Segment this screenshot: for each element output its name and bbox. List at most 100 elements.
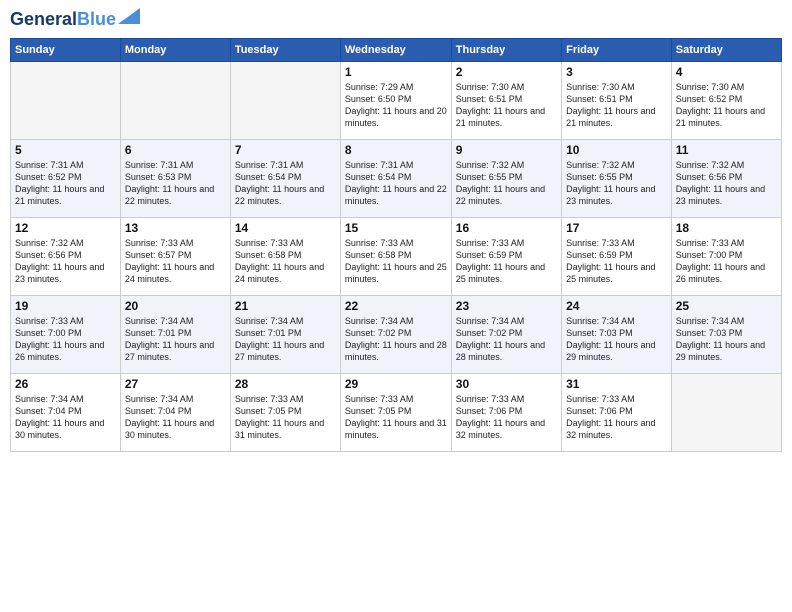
day-number: 31: [566, 377, 667, 391]
day-number: 8: [345, 143, 447, 157]
header: GeneralBlue: [10, 10, 782, 30]
calendar-cell: 22Sunrise: 7:34 AMSunset: 7:02 PMDayligh…: [340, 295, 451, 373]
day-number: 14: [235, 221, 336, 235]
weekday-thursday: Thursday: [451, 38, 561, 61]
calendar-cell: 6 Sunrise: 7:31 AMSunset: 6:53 PMDaylight…: [120, 139, 230, 217]
day-info: Sunrise: 7:34 AMSunset: 7:03 PMDaylight:…: [676, 315, 777, 364]
day-info: Sunrise: 7:31 AMSunset: 6:53 PMDaylight:…: [125, 159, 226, 208]
day-number: 30: [456, 377, 557, 391]
day-number: 23: [456, 299, 557, 313]
calendar-cell: 20 Sunrise: 7:34 AMSunset: 7:01 PMDayligh…: [120, 295, 230, 373]
calendar-cell: 26 Sunrise: 7:34 AMSunset: 7:04 PMDayligh…: [11, 373, 121, 451]
weekday-friday: Friday: [562, 38, 672, 61]
day-number: 3: [566, 65, 667, 79]
calendar-cell: 21Sunrise: 7:34 AMSunset: 7:01 PMDayligh…: [230, 295, 340, 373]
week-row-1: 1Sunrise: 7:29 AMSunset: 6:50 PMDaylight…: [11, 61, 782, 139]
logo-icon: [118, 8, 140, 24]
day-number: 4: [676, 65, 777, 79]
day-info: Sunrise: 7:33 AMSunset: 7:00 PMDaylight:…: [676, 237, 777, 286]
calendar-cell: 12Sunrise: 7:32 AMSunset: 6:56 PMDayligh…: [11, 217, 121, 295]
day-number: 7: [235, 143, 336, 157]
calendar-cell: 30 Sunrise: 7:33 AMSunset: 7:06 PMDayligh…: [451, 373, 561, 451]
calendar-cell: 28 Sunrise: 7:33 AMSunset: 7:05 PMDayligh…: [230, 373, 340, 451]
page: GeneralBlue SundayMondayTuesdayWednesday…: [0, 0, 792, 612]
day-number: 18: [676, 221, 777, 235]
calendar-cell: [230, 61, 340, 139]
calendar-cell: 29 Sunrise: 7:33 AMSunset: 7:05 PMDayligh…: [340, 373, 451, 451]
day-number: 9: [456, 143, 557, 157]
logo: GeneralBlue: [10, 10, 140, 30]
day-info: Sunrise: 7:33 AMSunset: 6:58 PMDaylight:…: [235, 237, 336, 286]
calendar-cell: 31Sunrise: 7:33 AMSunset: 7:06 PMDayligh…: [562, 373, 672, 451]
calendar-cell: [671, 373, 781, 451]
calendar-cell: 3 Sunrise: 7:30 AMSunset: 6:51 PMDaylight…: [562, 61, 672, 139]
day-number: 20: [125, 299, 226, 313]
calendar-cell: 8Sunrise: 7:31 AMSunset: 6:54 PMDaylight…: [340, 139, 451, 217]
day-info: Sunrise: 7:34 AMSunset: 7:04 PMDaylight:…: [15, 393, 116, 442]
calendar-cell: [120, 61, 230, 139]
calendar-cell: 5 Sunrise: 7:31 AMSunset: 6:52 PMDaylight…: [11, 139, 121, 217]
week-row-4: 19 Sunrise: 7:33 AMSunset: 7:00 PMDayligh…: [11, 295, 782, 373]
weekday-saturday: Saturday: [671, 38, 781, 61]
calendar-cell: [11, 61, 121, 139]
calendar-cell: 7 Sunrise: 7:31 AMSunset: 6:54 PMDaylight…: [230, 139, 340, 217]
day-info: Sunrise: 7:33 AMSunset: 7:06 PMDaylight:…: [456, 393, 557, 442]
day-number: 2: [456, 65, 557, 79]
day-info: Sunrise: 7:33 AMSunset: 6:58 PMDaylight:…: [345, 237, 447, 286]
calendar-cell: 13 Sunrise: 7:33 AMSunset: 6:57 PMDayligh…: [120, 217, 230, 295]
calendar-cell: 4Sunrise: 7:30 AMSunset: 6:52 PMDaylight…: [671, 61, 781, 139]
calendar-cell: 17Sunrise: 7:33 AMSunset: 6:59 PMDayligh…: [562, 217, 672, 295]
week-row-2: 5 Sunrise: 7:31 AMSunset: 6:52 PMDaylight…: [11, 139, 782, 217]
day-info: Sunrise: 7:32 AMSunset: 6:55 PMDaylight:…: [456, 159, 557, 208]
day-info: Sunrise: 7:34 AMSunset: 7:04 PMDaylight:…: [125, 393, 226, 442]
day-number: 5: [15, 143, 116, 157]
calendar-cell: 1Sunrise: 7:29 AMSunset: 6:50 PMDaylight…: [340, 61, 451, 139]
day-info: Sunrise: 7:33 AMSunset: 7:05 PMDaylight:…: [235, 393, 336, 442]
day-info: Sunrise: 7:33 AMSunset: 7:05 PMDaylight:…: [345, 393, 447, 442]
weekday-monday: Monday: [120, 38, 230, 61]
day-number: 28: [235, 377, 336, 391]
calendar-cell: 14 Sunrise: 7:33 AMSunset: 6:58 PMDayligh…: [230, 217, 340, 295]
calendar-cell: 25 Sunrise: 7:34 AMSunset: 7:03 PMDayligh…: [671, 295, 781, 373]
calendar-cell: 23Sunrise: 7:34 AMSunset: 7:02 PMDayligh…: [451, 295, 561, 373]
day-number: 11: [676, 143, 777, 157]
logo-text: GeneralBlue: [10, 10, 116, 30]
day-number: 17: [566, 221, 667, 235]
day-info: Sunrise: 7:32 AMSunset: 6:56 PMDaylight:…: [676, 159, 777, 208]
calendar-cell: 15Sunrise: 7:33 AMSunset: 6:58 PMDayligh…: [340, 217, 451, 295]
day-info: Sunrise: 7:34 AMSunset: 7:03 PMDaylight:…: [566, 315, 667, 364]
day-number: 27: [125, 377, 226, 391]
calendar: SundayMondayTuesdayWednesdayThursdayFrid…: [10, 38, 782, 452]
day-number: 10: [566, 143, 667, 157]
week-row-3: 12Sunrise: 7:32 AMSunset: 6:56 PMDayligh…: [11, 217, 782, 295]
calendar-cell: 10Sunrise: 7:32 AMSunset: 6:55 PMDayligh…: [562, 139, 672, 217]
day-number: 6: [125, 143, 226, 157]
calendar-cell: 19 Sunrise: 7:33 AMSunset: 7:00 PMDayligh…: [11, 295, 121, 373]
day-number: 19: [15, 299, 116, 313]
day-info: Sunrise: 7:33 AMSunset: 6:59 PMDaylight:…: [456, 237, 557, 286]
weekday-wednesday: Wednesday: [340, 38, 451, 61]
day-number: 12: [15, 221, 116, 235]
day-number: 24: [566, 299, 667, 313]
day-info: Sunrise: 7:30 AMSunset: 6:51 PMDaylight:…: [566, 81, 667, 130]
day-info: Sunrise: 7:34 AMSunset: 7:01 PMDaylight:…: [125, 315, 226, 364]
day-info: Sunrise: 7:33 AMSunset: 7:00 PMDaylight:…: [15, 315, 116, 364]
day-info: Sunrise: 7:34 AMSunset: 7:01 PMDaylight:…: [235, 315, 336, 364]
weekday-tuesday: Tuesday: [230, 38, 340, 61]
day-number: 1: [345, 65, 447, 79]
day-info: Sunrise: 7:33 AMSunset: 6:57 PMDaylight:…: [125, 237, 226, 286]
week-row-5: 26 Sunrise: 7:34 AMSunset: 7:04 PMDayligh…: [11, 373, 782, 451]
calendar-cell: 27 Sunrise: 7:34 AMSunset: 7:04 PMDayligh…: [120, 373, 230, 451]
calendar-cell: 16 Sunrise: 7:33 AMSunset: 6:59 PMDayligh…: [451, 217, 561, 295]
day-info: Sunrise: 7:31 AMSunset: 6:54 PMDaylight:…: [235, 159, 336, 208]
day-info: Sunrise: 7:31 AMSunset: 6:52 PMDaylight:…: [15, 159, 116, 208]
calendar-cell: 11 Sunrise: 7:32 AMSunset: 6:56 PMDayligh…: [671, 139, 781, 217]
day-number: 26: [15, 377, 116, 391]
weekday-sunday: Sunday: [11, 38, 121, 61]
day-number: 13: [125, 221, 226, 235]
calendar-cell: 18 Sunrise: 7:33 AMSunset: 7:00 PMDayligh…: [671, 217, 781, 295]
day-number: 25: [676, 299, 777, 313]
day-info: Sunrise: 7:30 AMSunset: 6:51 PMDaylight:…: [456, 81, 557, 130]
day-number: 16: [456, 221, 557, 235]
day-number: 29: [345, 377, 447, 391]
